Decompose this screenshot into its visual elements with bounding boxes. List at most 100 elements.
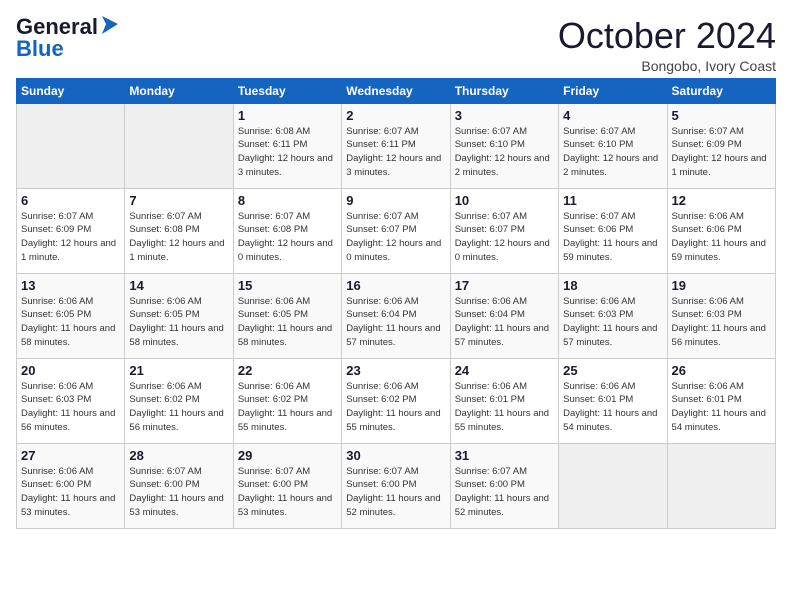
calendar-cell-w2-d1: 7 Sunrise: 6:07 AM Sunset: 6:08 PM Daylig… [125,188,233,273]
day-number: 31 [455,448,554,463]
header-thursday: Thursday [450,78,558,103]
day-detail: Sunrise: 6:06 AM Sunset: 6:04 PM Dayligh… [455,295,554,350]
header-saturday: Saturday [667,78,775,103]
day-detail: Sunrise: 6:06 AM Sunset: 6:03 PM Dayligh… [21,380,120,435]
day-detail: Sunrise: 6:06 AM Sunset: 6:05 PM Dayligh… [238,295,337,350]
logo-bird-icon [100,14,118,36]
day-number: 14 [129,278,228,293]
calendar-cell-w3-d4: 17 Sunrise: 6:06 AM Sunset: 6:04 PM Dayli… [450,273,558,358]
day-detail: Sunrise: 6:07 AM Sunset: 6:06 PM Dayligh… [563,210,662,265]
calendar-cell-w3-d6: 19 Sunrise: 6:06 AM Sunset: 6:03 PM Dayli… [667,273,775,358]
day-detail: Sunrise: 6:07 AM Sunset: 6:00 PM Dayligh… [346,465,445,520]
day-number: 18 [563,278,662,293]
header-monday: Monday [125,78,233,103]
calendar-cell-w5-d0: 27 Sunrise: 6:06 AM Sunset: 6:00 PM Dayli… [17,443,125,528]
day-number: 28 [129,448,228,463]
day-detail: Sunrise: 6:07 AM Sunset: 6:07 PM Dayligh… [346,210,445,265]
day-number: 17 [455,278,554,293]
calendar-cell-w3-d2: 15 Sunrise: 6:06 AM Sunset: 6:05 PM Dayli… [233,273,341,358]
day-detail: Sunrise: 6:07 AM Sunset: 6:10 PM Dayligh… [563,125,662,180]
day-number: 13 [21,278,120,293]
calendar-cell-w5-d1: 28 Sunrise: 6:07 AM Sunset: 6:00 PM Dayli… [125,443,233,528]
day-detail: Sunrise: 6:06 AM Sunset: 6:03 PM Dayligh… [563,295,662,350]
day-detail: Sunrise: 6:06 AM Sunset: 6:06 PM Dayligh… [672,210,771,265]
day-detail: Sunrise: 6:06 AM Sunset: 6:02 PM Dayligh… [346,380,445,435]
day-detail: Sunrise: 6:07 AM Sunset: 6:09 PM Dayligh… [672,125,771,180]
calendar-cell-w1-d4: 3Sunrise: 6:07 AM Sunset: 6:10 PM Daylig… [450,103,558,188]
day-number: 10 [455,193,554,208]
calendar-table: Sunday Monday Tuesday Wednesday Thursday… [16,78,776,529]
day-detail: Sunrise: 6:06 AM Sunset: 6:02 PM Dayligh… [129,380,228,435]
day-number: 4 [563,108,662,123]
day-number: 21 [129,363,228,378]
calendar-cell-w4-d2: 22 Sunrise: 6:06 AM Sunset: 6:02 PM Dayli… [233,358,341,443]
day-number: 7 [129,193,228,208]
day-number: 22 [238,363,337,378]
calendar-cell-w1-d5: 4 Sunrise: 6:07 AM Sunset: 6:10 PM Daylig… [559,103,667,188]
day-number: 24 [455,363,554,378]
weekday-header-row: Sunday Monday Tuesday Wednesday Thursday… [17,78,776,103]
day-number: 9 [346,193,445,208]
logo-text-general: General [16,16,98,38]
header-friday: Friday [559,78,667,103]
calendar-cell-w5-d6 [667,443,775,528]
day-detail: Sunrise: 6:07 AM Sunset: 6:00 PM Dayligh… [129,465,228,520]
day-detail: Sunrise: 6:08 AM Sunset: 6:11 PM Dayligh… [238,125,337,180]
day-number: 25 [563,363,662,378]
header-wednesday: Wednesday [342,78,450,103]
day-detail: Sunrise: 6:06 AM Sunset: 6:01 PM Dayligh… [563,380,662,435]
calendar-cell-w3-d5: 18 Sunrise: 6:06 AM Sunset: 6:03 PM Dayli… [559,273,667,358]
day-detail: Sunrise: 6:06 AM Sunset: 6:01 PM Dayligh… [672,380,771,435]
day-number: 8 [238,193,337,208]
calendar-cell-w1-d0 [17,103,125,188]
calendar-cell-w1-d1 [125,103,233,188]
day-number: 30 [346,448,445,463]
day-number: 3 [455,108,554,123]
day-detail: Sunrise: 6:06 AM Sunset: 6:00 PM Dayligh… [21,465,120,520]
day-detail: Sunrise: 6:07 AM Sunset: 6:08 PM Dayligh… [129,210,228,265]
week-row-3: 13 Sunrise: 6:06 AM Sunset: 6:05 PM Dayli… [17,273,776,358]
calendar-cell-w4-d3: 23 Sunrise: 6:06 AM Sunset: 6:02 PM Dayli… [342,358,450,443]
day-detail: Sunrise: 6:07 AM Sunset: 6:00 PM Dayligh… [238,465,337,520]
calendar-cell-w2-d0: 6Sunrise: 6:07 AM Sunset: 6:09 PM Daylig… [17,188,125,273]
calendar-cell-w5-d2: 29 Sunrise: 6:07 AM Sunset: 6:00 PM Dayli… [233,443,341,528]
day-number: 20 [21,363,120,378]
day-number: 23 [346,363,445,378]
day-number: 26 [672,363,771,378]
week-row-5: 27 Sunrise: 6:06 AM Sunset: 6:00 PM Dayli… [17,443,776,528]
calendar-cell-w1-d3: 2Sunrise: 6:07 AM Sunset: 6:11 PM Daylig… [342,103,450,188]
calendar-cell-w2-d5: 11Sunrise: 6:07 AM Sunset: 6:06 PM Dayli… [559,188,667,273]
calendar-cell-w2-d2: 8 Sunrise: 6:07 AM Sunset: 6:08 PM Daylig… [233,188,341,273]
day-number: 29 [238,448,337,463]
day-number: 15 [238,278,337,293]
calendar-cell-w3-d3: 16Sunrise: 6:06 AM Sunset: 6:04 PM Dayli… [342,273,450,358]
day-number: 27 [21,448,120,463]
day-detail: Sunrise: 6:07 AM Sunset: 6:00 PM Dayligh… [455,465,554,520]
day-detail: Sunrise: 6:06 AM Sunset: 6:05 PM Dayligh… [129,295,228,350]
day-detail: Sunrise: 6:06 AM Sunset: 6:03 PM Dayligh… [672,295,771,350]
logo: General Blue [16,16,118,61]
day-number: 6 [21,193,120,208]
header-sunday: Sunday [17,78,125,103]
day-number: 19 [672,278,771,293]
logo-text-blue: Blue [16,36,64,61]
calendar-cell-w5-d3: 30 Sunrise: 6:07 AM Sunset: 6:00 PM Dayli… [342,443,450,528]
header: General Blue October 2024 Bongobo, Ivory… [16,16,776,74]
day-detail: Sunrise: 6:07 AM Sunset: 6:08 PM Dayligh… [238,210,337,265]
week-row-2: 6Sunrise: 6:07 AM Sunset: 6:09 PM Daylig… [17,188,776,273]
calendar-cell-w2-d4: 10Sunrise: 6:07 AM Sunset: 6:07 PM Dayli… [450,188,558,273]
month-title: October 2024 [558,16,776,56]
header-tuesday: Tuesday [233,78,341,103]
calendar-cell-w4-d0: 20 Sunrise: 6:06 AM Sunset: 6:03 PM Dayli… [17,358,125,443]
calendar-cell-w2-d6: 12 Sunrise: 6:06 AM Sunset: 6:06 PM Dayli… [667,188,775,273]
day-number: 2 [346,108,445,123]
day-detail: Sunrise: 6:06 AM Sunset: 6:02 PM Dayligh… [238,380,337,435]
calendar-cell-w4-d1: 21 Sunrise: 6:06 AM Sunset: 6:02 PM Dayli… [125,358,233,443]
calendar-cell-w1-d6: 5Sunrise: 6:07 AM Sunset: 6:09 PM Daylig… [667,103,775,188]
day-number: 12 [672,193,771,208]
location: Bongobo, Ivory Coast [558,58,776,74]
title-block: October 2024 Bongobo, Ivory Coast [558,16,776,74]
week-row-1: 1Sunrise: 6:08 AM Sunset: 6:11 PM Daylig… [17,103,776,188]
calendar-cell-w3-d1: 14 Sunrise: 6:06 AM Sunset: 6:05 PM Dayli… [125,273,233,358]
day-detail: Sunrise: 6:06 AM Sunset: 6:04 PM Dayligh… [346,295,445,350]
